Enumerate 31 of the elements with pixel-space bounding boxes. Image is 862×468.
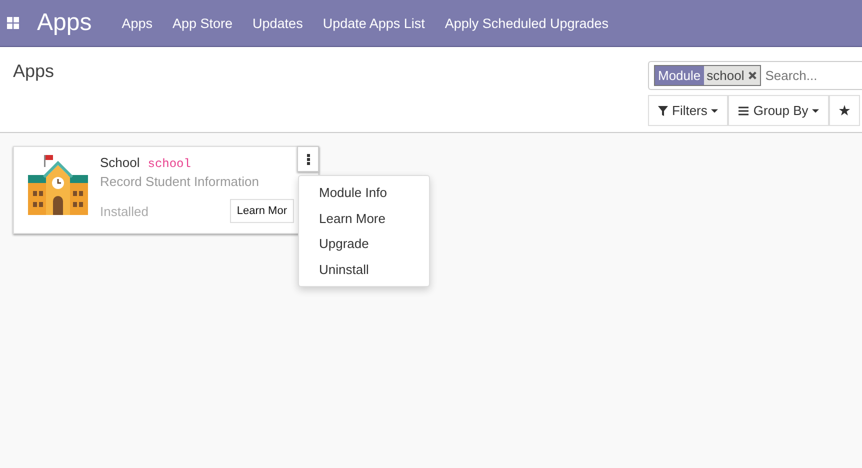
remove-icon[interactable]: [748, 71, 758, 80]
dropdown-menu-item[interactable]: Upgrade: [299, 231, 429, 256]
learn-more-button[interactable]: Learn Mor: [230, 199, 294, 223]
app-summary: Record Student Information: [100, 174, 260, 189]
dropdown-menu-item[interactable]: Module Info: [299, 180, 429, 206]
apps-menu-icon[interactable]: [7, 17, 19, 29]
search-field[interactable]: Module school Search...: [648, 61, 862, 90]
nav-menu-item[interactable]: App Store: [172, 16, 233, 30]
more-options-button[interactable]: [297, 146, 319, 172]
filter-icon: [658, 106, 668, 116]
install-status: Installed: [100, 204, 148, 218]
search-facet[interactable]: Module school: [654, 65, 762, 86]
favorites-button[interactable]: [829, 95, 860, 126]
app-name: School: [100, 155, 140, 170]
caret-icon: [711, 108, 718, 112]
app-title: Apps: [37, 9, 92, 37]
nav-menu-item[interactable]: Update Apps List: [322, 16, 425, 30]
caret-icon: [812, 108, 820, 112]
list-icon: [738, 106, 750, 116]
technical-name: school: [148, 157, 191, 171]
nav-menu-item[interactable]: Updates: [252, 16, 303, 30]
dropdown-menu-item[interactable]: Learn More: [299, 206, 429, 231]
school-building-icon: [26, 155, 90, 215]
dropdown-menu-item[interactable]: Uninstall: [299, 256, 429, 282]
group-button[interactable]: Group By: [728, 95, 830, 126]
star-icon: [839, 105, 850, 116]
breadcrumb: Apps: [13, 61, 54, 83]
vertical-dots-icon: [306, 154, 310, 164]
nav-menu-item[interactable]: Apply Scheduled Upgrades: [444, 16, 609, 30]
nav-menu-item[interactable]: Apps: [122, 16, 152, 30]
filter-button[interactable]: Filters: [648, 95, 728, 126]
